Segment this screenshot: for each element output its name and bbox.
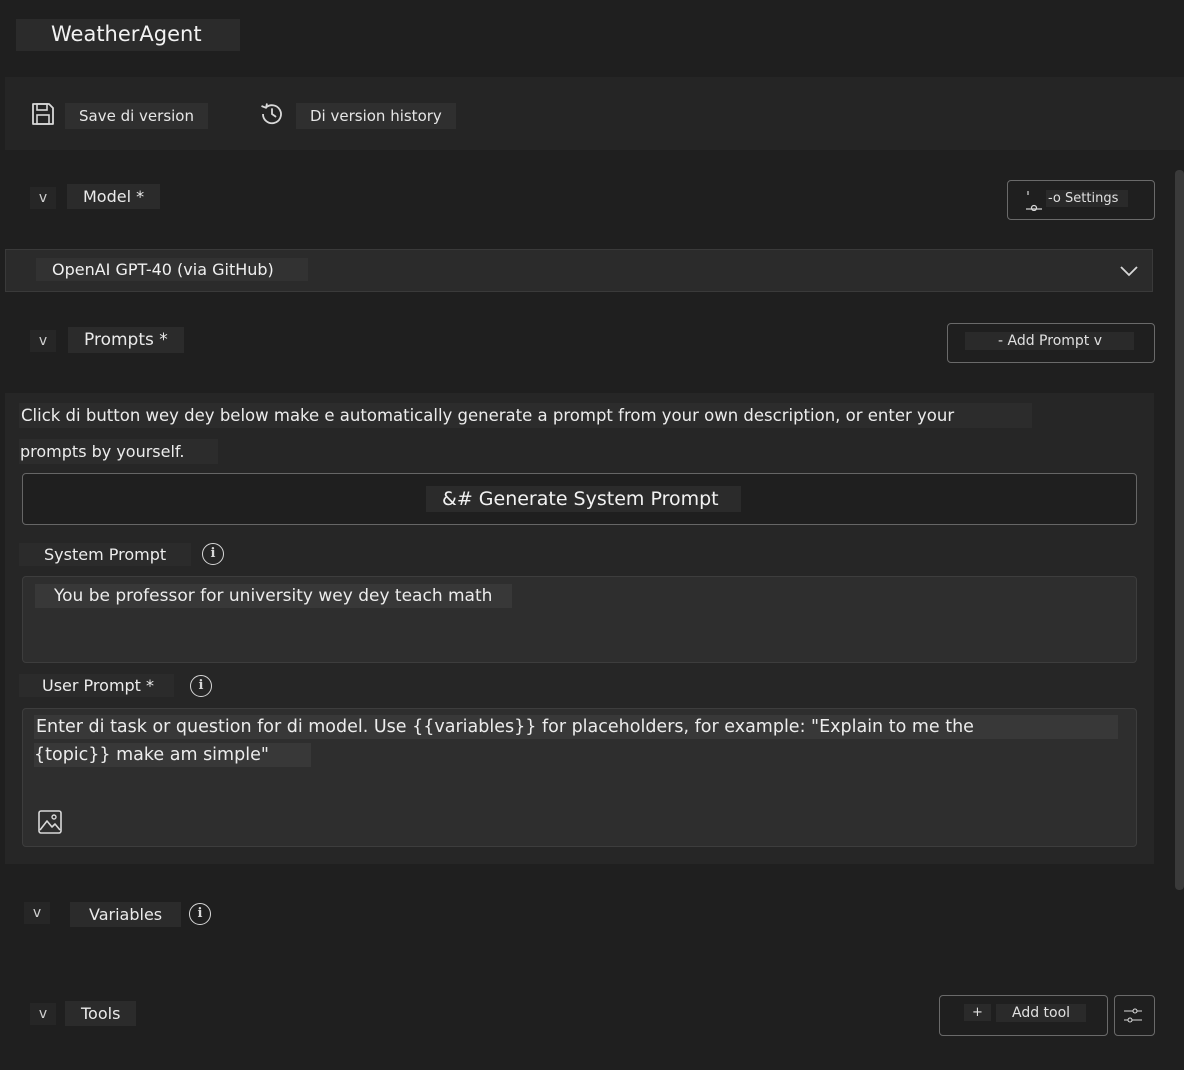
save-version-button[interactable]: Save di version	[65, 103, 208, 129]
add-tool-label: Add tool	[996, 1004, 1087, 1022]
plus-icon: +	[964, 1004, 991, 1021]
tools-section-label: Tools	[65, 1001, 137, 1026]
variables-collapse-chevron[interactable]: v	[24, 902, 50, 924]
prompts-collapse-chevron[interactable]: v	[30, 330, 56, 352]
system-prompt-value: You be professor for university wey dey …	[35, 584, 513, 608]
model-settings-label: -o Settings	[1046, 190, 1129, 207]
user-prompt-placeholder-line2: {topic}} make am simple"	[34, 743, 311, 767]
tools-settings-button[interactable]	[1114, 995, 1155, 1036]
system-prompt-label: System Prompt	[19, 543, 192, 566]
variables-info-icon[interactable]: i	[189, 903, 211, 925]
save-icon[interactable]	[30, 101, 56, 127]
image-icon[interactable]	[37, 809, 63, 835]
prompts-section-label: Prompts *	[68, 327, 184, 353]
model-collapse-chevron[interactable]: v	[30, 187, 56, 209]
settings-sliders-icon	[1024, 189, 1044, 212]
model-settings-button[interactable]: -o Settings	[1007, 180, 1155, 220]
user-prompt-info-icon[interactable]: i	[190, 675, 212, 697]
add-prompt-button[interactable]: - Add Prompt v	[947, 323, 1155, 363]
user-prompt-placeholder-line1: Enter di task or question for di model. …	[34, 715, 1118, 739]
generate-system-prompt-label: &# Generate System Prompt	[426, 486, 741, 512]
tools-settings-icon	[1121, 1001, 1147, 1029]
prompts-description-line1: Click di button wey dey below make e aut…	[19, 403, 1033, 428]
user-prompt-label: User Prompt *	[19, 674, 175, 697]
prompts-description-line2: prompts by yourself.	[19, 439, 219, 464]
tools-collapse-chevron[interactable]: v	[30, 1003, 56, 1025]
add-tool-button[interactable]: + Add tool	[939, 995, 1108, 1036]
variables-section-label: Variables	[70, 902, 182, 927]
version-history-button[interactable]: Di version history	[296, 103, 456, 129]
model-section-label: Model *	[67, 184, 161, 209]
app-title[interactable]: WeatherAgent	[51, 22, 202, 46]
add-prompt-label: - Add Prompt v	[965, 332, 1135, 350]
history-icon[interactable]	[258, 100, 286, 128]
scrollbar-thumb[interactable]	[1175, 170, 1184, 890]
model-dropdown-value: OpenAI GPT-40 (via GitHub)	[36, 258, 308, 281]
chevron-down-icon[interactable]	[1119, 263, 1139, 277]
system-prompt-info-icon[interactable]: i	[202, 543, 224, 565]
